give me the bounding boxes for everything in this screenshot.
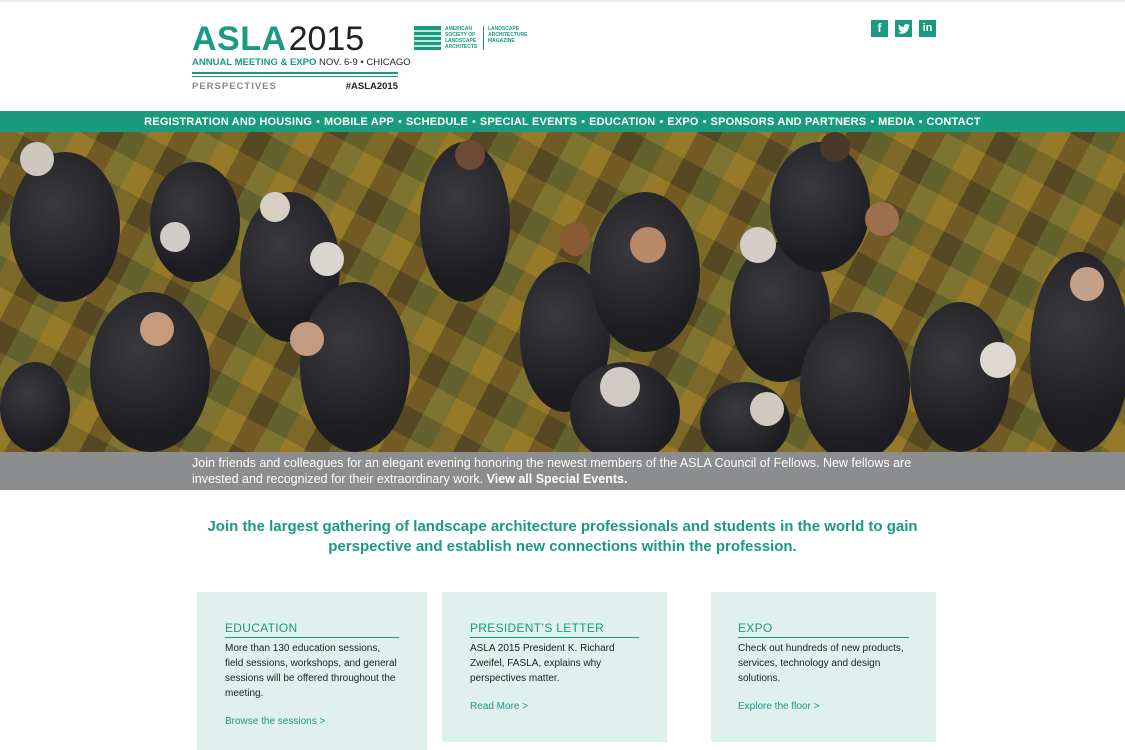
nav-separator: • bbox=[702, 115, 707, 128]
logo-rule-thin bbox=[192, 76, 398, 77]
presidents-letter-card: PRESIDENT’S LETTER ASLA 2015 President K… bbox=[442, 592, 667, 742]
view-special-events-link[interactable]: View all Special Events. bbox=[487, 472, 628, 486]
logo-hashtag: #ASLA2015 bbox=[345, 81, 398, 92]
social-links: f in bbox=[871, 20, 936, 37]
card-body: More than 130 education sessions, field … bbox=[225, 643, 397, 699]
nav-sponsors-and-partners[interactable]: SPONSORS AND PARTNERS bbox=[711, 116, 867, 128]
card-body: Check out hundreds of new products, serv… bbox=[738, 643, 904, 684]
asla-2015-logo[interactable]: ASLA 2015 ANNUAL MEETING & EXPO NOV. 6-9… bbox=[192, 20, 411, 92]
card-title: EXPO bbox=[738, 621, 773, 635]
main-nav: REGISTRATION AND HOUSING • MOBILE APP • … bbox=[0, 111, 1125, 132]
browse-sessions-link[interactable]: Browse the sessions > bbox=[225, 716, 325, 727]
nav-education[interactable]: EDUCATION bbox=[589, 116, 655, 128]
logo-year: 2015 bbox=[288, 20, 365, 58]
nav-registration-and-housing[interactable]: REGISTRATION AND HOUSING bbox=[144, 116, 312, 128]
intro-statement: Join the largest gathering of landscape … bbox=[207, 518, 918, 555]
logo-rule bbox=[192, 72, 398, 74]
twitter-icon[interactable] bbox=[895, 20, 912, 37]
nav-contact[interactable]: CONTACT bbox=[926, 116, 980, 128]
nav-expo[interactable]: EXPO bbox=[667, 116, 698, 128]
logo-date-location: NOV. 6-9 • CHICAGO bbox=[319, 57, 411, 68]
hero-photo[interactable] bbox=[0, 132, 1125, 452]
education-card: EDUCATION More than 130 education sessio… bbox=[197, 592, 427, 750]
nav-media[interactable]: MEDIA bbox=[878, 116, 914, 128]
linkedin-icon[interactable]: in bbox=[919, 20, 936, 37]
nav-separator: • bbox=[398, 115, 402, 128]
read-more-link[interactable]: Read More > bbox=[470, 701, 528, 712]
nav-separator: • bbox=[316, 115, 320, 128]
logo-subtitle: ANNUAL MEETING & EXPO bbox=[192, 57, 317, 68]
top-border bbox=[0, 0, 1125, 2]
explore-floor-link[interactable]: Explore the floor > bbox=[738, 701, 819, 712]
nav-separator: • bbox=[918, 115, 923, 128]
card-title-rule bbox=[225, 637, 399, 638]
card-title-rule bbox=[470, 637, 639, 638]
nav-separator: • bbox=[659, 115, 664, 128]
nav-separator: • bbox=[472, 115, 476, 128]
card-title-rule bbox=[738, 637, 909, 638]
society-divider bbox=[483, 26, 484, 50]
card-title: EDUCATION bbox=[225, 621, 298, 635]
hero-caption: Join friends and colleagues for an elega… bbox=[0, 452, 1125, 490]
nav-separator: • bbox=[870, 115, 875, 128]
nav-separator: • bbox=[581, 115, 586, 128]
nav-schedule[interactable]: SCHEDULE bbox=[406, 116, 468, 128]
expo-card: EXPO Check out hundreds of new products,… bbox=[711, 592, 936, 742]
nav-mobile-app[interactable]: MOBILE APP bbox=[324, 116, 394, 128]
logo-brand: ASLA bbox=[192, 20, 287, 58]
facebook-icon[interactable]: f bbox=[871, 20, 888, 37]
magazine-name: LANDSCAPE ARCHITECTURE MAGAZINE bbox=[488, 26, 528, 44]
asla-emblem-icon bbox=[414, 26, 441, 50]
logo-perspectives: PERSPECTIVES bbox=[192, 81, 277, 92]
nav-special-events[interactable]: SPECIAL EVENTS bbox=[480, 116, 577, 128]
card-title: PRESIDENT’S LETTER bbox=[470, 621, 605, 635]
society-name: AMERICAN SOCIETY OF LANDSCAPE ARCHITECTS bbox=[445, 26, 478, 50]
card-body: ASLA 2015 President K. Richard Zweifel, … bbox=[470, 643, 615, 684]
asla-society-logo[interactable]: AMERICAN SOCIETY OF LANDSCAPE ARCHITECTS… bbox=[414, 26, 530, 50]
